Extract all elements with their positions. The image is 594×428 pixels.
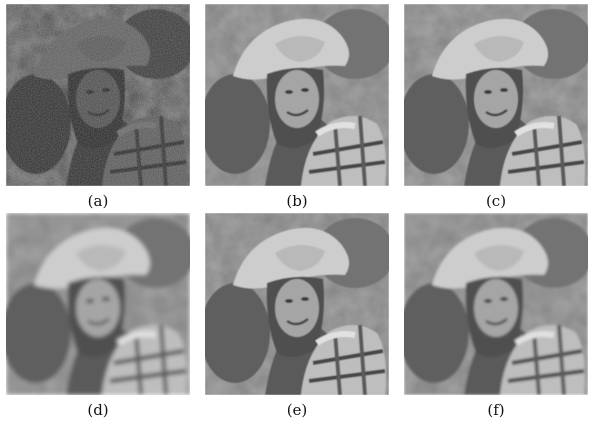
portrait-image bbox=[6, 213, 190, 395]
caption-e: (e) bbox=[286, 401, 308, 419]
image-panel-f bbox=[404, 213, 588, 395]
image-panel-c bbox=[404, 4, 588, 186]
portrait-image bbox=[404, 4, 588, 186]
portrait-image bbox=[205, 213, 389, 395]
portrait-image bbox=[404, 213, 588, 395]
figure-grid: (a) (b) (c) (d) (e) (f) bbox=[0, 0, 594, 428]
portrait-image bbox=[6, 4, 190, 186]
caption-f: (f) bbox=[487, 401, 505, 419]
caption-b: (b) bbox=[286, 192, 308, 210]
image-panel-a bbox=[6, 4, 190, 186]
image-panel-d bbox=[6, 213, 190, 395]
portrait-image bbox=[205, 4, 389, 186]
caption-a: (a) bbox=[87, 192, 109, 210]
caption-c: (c) bbox=[485, 192, 507, 210]
image-panel-e bbox=[205, 213, 389, 395]
caption-d: (d) bbox=[87, 401, 109, 419]
image-panel-b bbox=[205, 4, 389, 186]
